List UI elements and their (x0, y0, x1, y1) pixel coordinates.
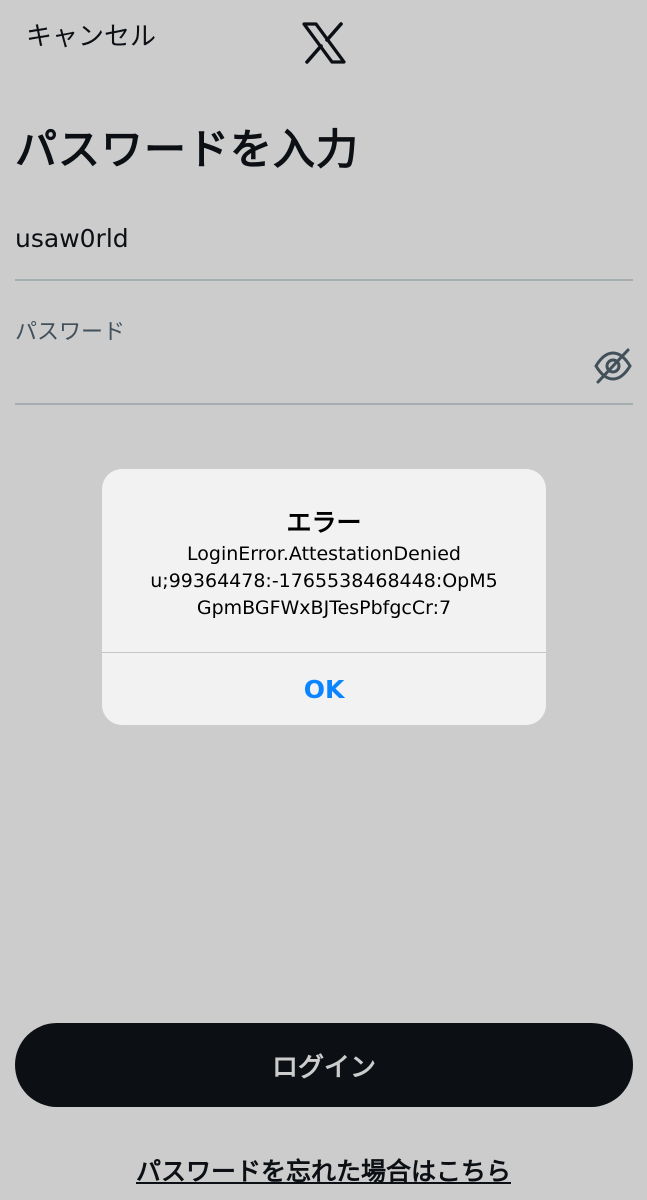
alert-message-line: GpmBGFWxBJTesPbfgcCr:7 (196, 597, 452, 619)
alert-message-line: u;99364478:-1765538468448:OpM5 (150, 570, 498, 592)
error-alert: エラー LoginError.AttestationDenied u;99364… (102, 469, 546, 725)
alert-message: LoginError.AttestationDenied u;99364478:… (112, 541, 536, 622)
alert-ok-button[interactable]: OK (102, 653, 546, 725)
alert-title: エラー (286, 508, 362, 537)
alert-message-line: LoginError.AttestationDenied (187, 543, 461, 565)
